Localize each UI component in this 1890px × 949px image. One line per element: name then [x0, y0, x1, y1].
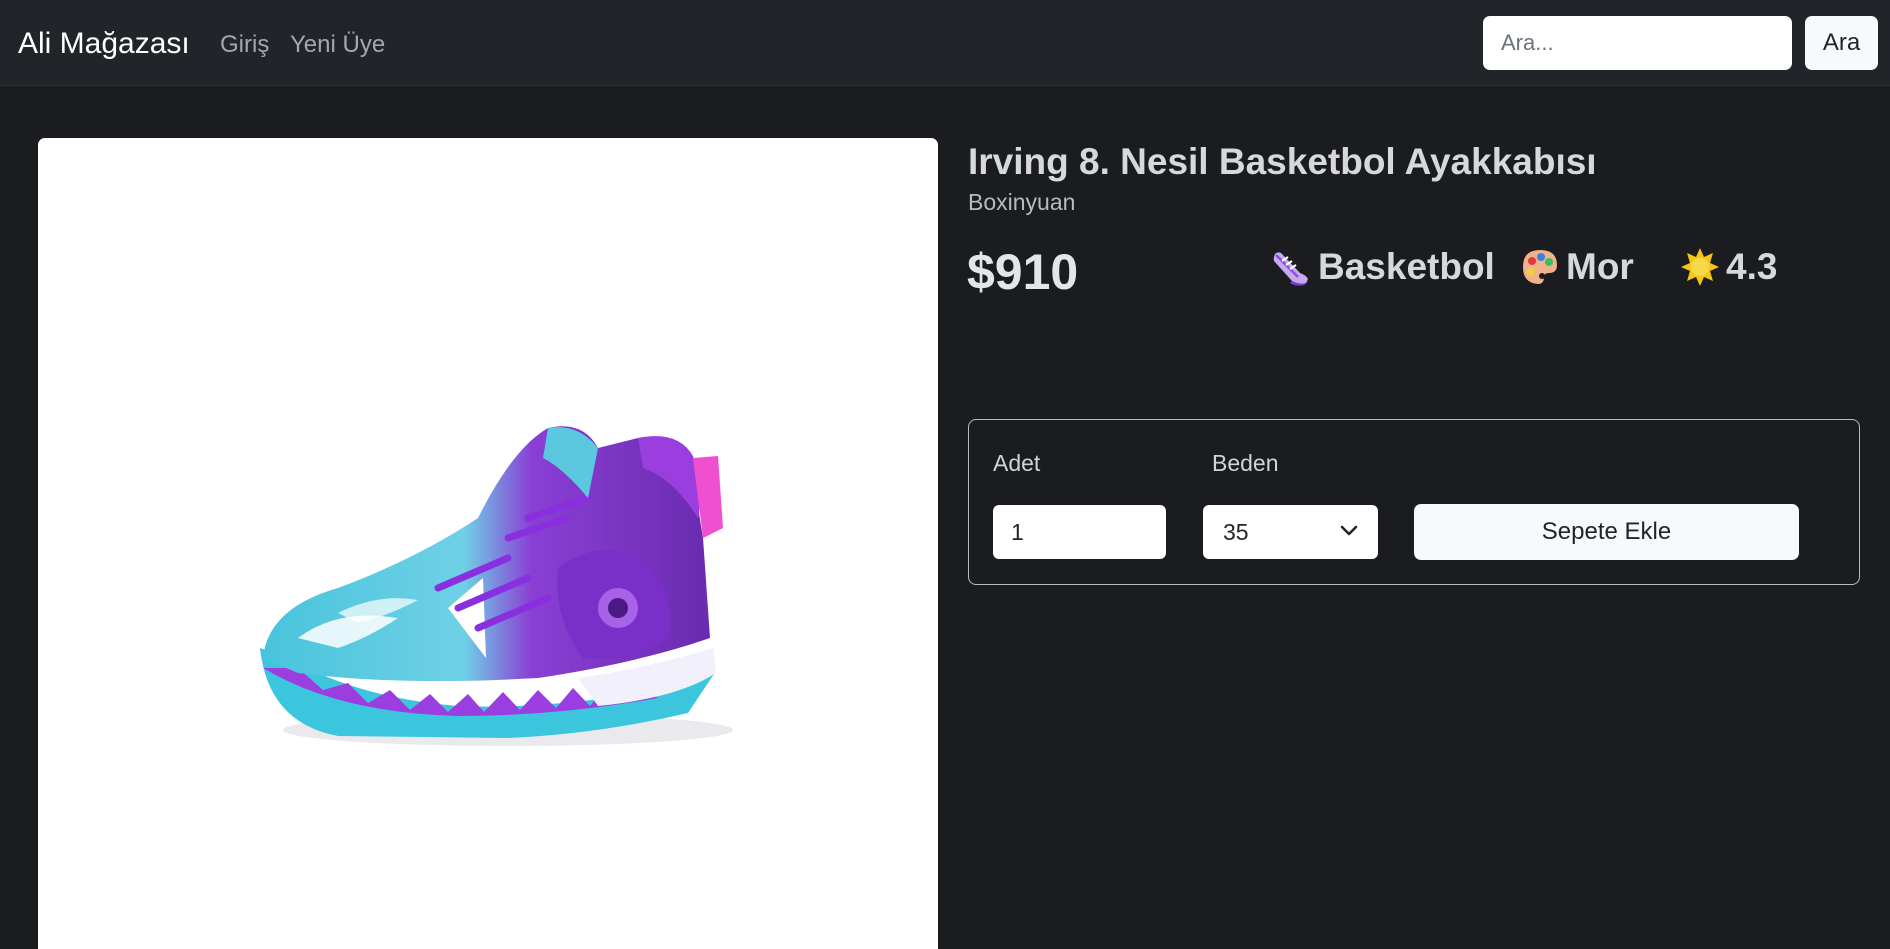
quantity-label: Adet — [993, 450, 1041, 476]
nav-link-login[interactable]: Giriş — [220, 28, 269, 62]
product-brand: Boxinyuan — [968, 189, 1076, 215]
sneaker-icon — [1273, 252, 1308, 286]
size-select[interactable]: 35 — [1203, 505, 1378, 559]
nav-link-register[interactable]: Yeni Üye — [290, 28, 385, 62]
search-input[interactable] — [1483, 16, 1792, 70]
rating-attribute: 4.3 — [1680, 242, 1777, 292]
color-label: Mor — [1566, 246, 1634, 287]
sun-icon — [1681, 248, 1719, 286]
product-title: Irving 8. Nesil Basketbol Ayakkabısı — [968, 141, 1597, 182]
product-price: $910 — [967, 244, 1079, 300]
search-button[interactable]: Ara — [1805, 16, 1878, 70]
size-value: 35 — [1223, 519, 1249, 545]
category-attribute: Basketbol — [1270, 242, 1495, 292]
product-image — [38, 138, 938, 949]
cart-form — [968, 419, 1860, 585]
color-attribute: Mor — [1520, 242, 1634, 292]
quantity-input[interactable] — [993, 505, 1166, 559]
rating-label: 4.3 — [1726, 246, 1778, 287]
brand-logo[interactable]: Ali Mağazası — [18, 24, 190, 64]
add-to-cart-button[interactable]: Sepete Ekle — [1414, 504, 1799, 560]
size-label: Beden — [1212, 450, 1279, 476]
navbar: Ali Mağazası Giriş Yeni Üye Ara — [0, 0, 1890, 86]
category-label: Basketbol — [1318, 246, 1495, 287]
basketball-shoe-photo — [260, 426, 733, 746]
chevron-down-icon — [1340, 525, 1358, 536]
palette-icon — [1523, 250, 1557, 284]
